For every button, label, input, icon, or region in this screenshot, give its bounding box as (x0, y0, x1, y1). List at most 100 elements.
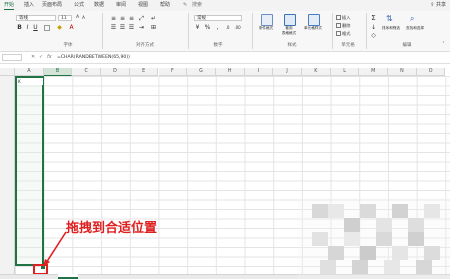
align-left-icon[interactable]: ☰ (110, 24, 117, 31)
enter-formula-icon[interactable]: ✓ (39, 53, 43, 62)
tab-view[interactable]: 视图 (138, 1, 148, 10)
format-as-table-icon (284, 14, 296, 26)
decrease-decimal-icon[interactable]: .00 (234, 24, 241, 31)
column-header-g[interactable]: G (187, 68, 216, 76)
group-divider (102, 13, 103, 49)
column-header-c[interactable]: C (72, 68, 102, 76)
align-top-icon[interactable]: ≡ (110, 15, 117, 22)
format-cells-icon (336, 31, 341, 36)
formula-bar: ✕ ✓ fx =CHAR(RANDBETWEEN(65,90)) (0, 52, 450, 64)
bold-icon[interactable]: B (16, 24, 23, 31)
group-divider (252, 13, 253, 49)
group-divider (188, 13, 189, 49)
fill-icon[interactable]: ↓ (370, 24, 377, 31)
share-button[interactable]: ⇪ 共享 (430, 1, 446, 10)
sheet-tab-active[interactable] (58, 274, 78, 279)
wrap-text-icon[interactable]: ↵ (150, 15, 157, 22)
column-header-o[interactable]: O (416, 68, 446, 76)
cancel-formula-icon[interactable]: ✕ (31, 53, 35, 62)
underline-icon[interactable]: U (32, 24, 39, 31)
column-header-j[interactable]: J (273, 68, 302, 76)
column-header-a[interactable]: A (15, 68, 44, 76)
row-headers (0, 76, 15, 274)
decrease-font-icon[interactable]: A (80, 14, 87, 21)
fill-color-icon[interactable]: ◆ (56, 24, 63, 31)
format-cells-label: 格式 (342, 31, 351, 36)
tab-insert[interactable]: 插入 (24, 1, 34, 10)
group-label-number: 数字 (213, 43, 223, 48)
sort-filter-icon: ⇅ (386, 14, 393, 23)
cell-styles-button[interactable]: 单元格样式 (302, 13, 324, 41)
insert-function-icon[interactable]: fx (47, 53, 52, 62)
cell-styles-icon (308, 14, 320, 26)
column-header-f[interactable]: F (158, 68, 188, 76)
font-name-box[interactable]: 等线 (16, 15, 56, 21)
group-divider (332, 13, 333, 49)
tab-help[interactable]: 帮助 (160, 1, 170, 10)
indent-icon[interactable]: ⇥ (138, 24, 145, 31)
annotation-text: 拖拽到合适位置 (66, 221, 158, 236)
cell-styles-label: 单元格样式 (304, 26, 322, 30)
percent-icon[interactable]: % (204, 24, 211, 31)
column-header-m[interactable]: M (359, 68, 389, 76)
group-divider (366, 13, 367, 49)
italic-icon[interactable]: I (24, 24, 31, 31)
delete-cells-button[interactable]: 删除 (336, 22, 350, 29)
insert-cells-button[interactable]: 插入 (336, 14, 350, 21)
currency-icon[interactable]: ¥ (194, 24, 201, 31)
font-color-icon[interactable]: A (68, 24, 75, 31)
font-size-box[interactable]: 11 (58, 15, 72, 21)
watermark-mosaic (298, 198, 450, 279)
tab-data[interactable]: 数据 (94, 1, 104, 10)
share-label: 共享 (435, 2, 446, 8)
column-header-b[interactable]: B (43, 68, 73, 76)
group-label-cells: 单元格 (341, 43, 355, 48)
insert-cells-icon (336, 15, 341, 20)
align-middle-icon[interactable]: ≡ (119, 15, 126, 22)
collapse-ribbon-icon[interactable]: ˇ (440, 42, 447, 49)
tell-me-label[interactable]: 搜索 (192, 1, 202, 10)
sort-filter-label: 排序和筛选 (382, 26, 400, 30)
column-header-h[interactable]: H (215, 68, 245, 76)
ribbon: 等线 11 A A B I U ◆ A 字体 ≡ ≡ ≡ ⤢ ↵ ☰ ☰ ☰ ⇥… (0, 11, 450, 52)
format-as-table-label: 套用 表格格式 (281, 26, 297, 35)
delete-cells-icon (336, 23, 341, 28)
column-header-e[interactable]: E (129, 68, 159, 76)
conditional-format-icon (261, 14, 273, 26)
search-icon: ⌕ (410, 14, 415, 23)
autosum-icon[interactable]: Σ (370, 15, 377, 22)
tab-page-layout[interactable]: 页面布局 (42, 1, 62, 10)
active-cell[interactable]: K (17, 78, 43, 85)
column-header-l[interactable]: L (330, 68, 360, 76)
conditional-format-button[interactable]: 条件格式 (255, 13, 277, 41)
border-icon[interactable] (44, 25, 50, 31)
delete-cells-label: 删除 (342, 23, 351, 28)
align-right-icon[interactable]: ☰ (128, 24, 135, 31)
clear-icon[interactable]: ◇ (370, 32, 377, 39)
ribbon-tab-bar: 开始 插入 页面布局 公式 数据 审阅 视图 帮助 ✎ 搜索 ⇪ 共享 (0, 0, 450, 11)
format-as-table-button[interactable]: 套用 表格格式 (278, 13, 300, 41)
select-all-corner[interactable] (0, 68, 15, 76)
align-bottom-icon[interactable]: ≡ (128, 15, 135, 22)
active-tab-indicator (4, 9, 14, 10)
merge-center-icon[interactable]: ⊞ (150, 24, 157, 31)
group-label-alignment: 对齐方式 (136, 43, 154, 48)
comma-icon[interactable]: , (214, 24, 221, 31)
name-box[interactable] (2, 54, 22, 61)
sort-filter-button[interactable]: ⇅ 排序和筛选 (380, 13, 402, 41)
format-cells-button[interactable]: 格式 (336, 30, 350, 37)
find-select-button[interactable]: ⌕ 查找和选择 (404, 13, 426, 41)
align-center-icon[interactable]: ☰ (119, 24, 126, 31)
increase-decimal-icon[interactable]: .0 (224, 24, 231, 31)
column-header-i[interactable]: I (244, 68, 274, 76)
formula-input[interactable]: =CHAR(RANDBETWEEN(65,90)) (57, 53, 130, 62)
orientation-icon[interactable]: ⤢ (138, 15, 145, 22)
lightbulb-icon[interactable]: ✎ (183, 1, 187, 10)
tab-formulas[interactable]: 公式 (74, 1, 84, 10)
column-header-d[interactable]: D (101, 68, 130, 76)
number-format-box[interactable]: 常规 (194, 15, 242, 21)
group-label-styles: 样式 (287, 43, 297, 48)
tab-review[interactable]: 审阅 (116, 1, 126, 10)
column-header-n[interactable]: N (388, 68, 417, 76)
column-header-k[interactable]: K (302, 68, 331, 76)
